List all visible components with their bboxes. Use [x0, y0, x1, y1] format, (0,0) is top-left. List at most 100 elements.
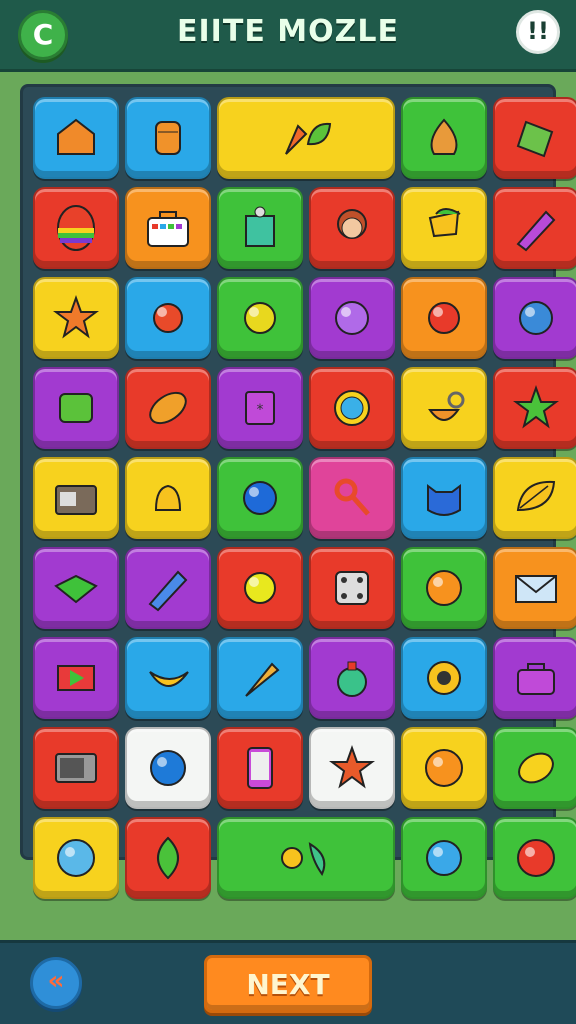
game-tile[interactable]	[401, 727, 487, 809]
game-tile[interactable]	[33, 547, 119, 629]
briefcase-icon	[127, 189, 209, 267]
sun-face-icon	[35, 279, 117, 357]
game-tile[interactable]	[493, 367, 576, 449]
football-icon	[127, 369, 209, 447]
key-icon	[311, 459, 393, 537]
game-tile[interactable]	[125, 547, 211, 629]
puzzle-board: *	[20, 84, 576, 899]
yellow-button-icon	[219, 549, 301, 627]
game-tile[interactable]	[33, 277, 119, 359]
orange-house-icon	[35, 99, 117, 177]
microwave-icon	[35, 729, 117, 807]
game-tile[interactable]	[493, 277, 576, 359]
game-tile[interactable]	[493, 727, 576, 809]
game-tile[interactable]	[217, 187, 303, 269]
game-tile[interactable]	[125, 457, 211, 539]
game-tile[interactable]	[493, 457, 576, 539]
game-tile[interactable]	[309, 457, 395, 539]
lemon-icon	[219, 279, 301, 357]
game-tile[interactable]	[401, 637, 487, 719]
game-tile[interactable]	[401, 457, 487, 539]
game-tile[interactable]	[309, 637, 395, 719]
game-tile[interactable]	[309, 547, 395, 629]
game-tile[interactable]	[33, 367, 119, 449]
next-button[interactable]: NEXT	[204, 955, 372, 1013]
game-tile[interactable]: *	[217, 367, 303, 449]
game-tile[interactable]	[217, 277, 303, 359]
envelope-icon	[495, 549, 576, 627]
green-envelope-icon	[35, 549, 117, 627]
red-ball-icon	[403, 279, 485, 357]
rainbow-egg-icon	[35, 189, 117, 267]
bubble-icon	[311, 279, 393, 357]
info-button[interactable]: !!	[516, 10, 560, 54]
game-tile[interactable]	[493, 187, 576, 269]
game-tile[interactable]	[33, 817, 119, 899]
game-tile[interactable]	[493, 97, 576, 179]
game-tile[interactable]	[125, 187, 211, 269]
snowflake-medal-icon	[311, 369, 393, 447]
blue-ball-icon	[495, 279, 576, 357]
lamp-icon	[403, 189, 485, 267]
orange-jar-icon	[127, 99, 209, 177]
back-button[interactable]: «	[30, 957, 82, 1009]
game-tile[interactable]	[217, 817, 395, 899]
game-tile[interactable]	[309, 277, 395, 359]
game-tile[interactable]	[33, 457, 119, 539]
svg-text:*: *	[257, 402, 264, 418]
game-tile[interactable]	[493, 637, 576, 719]
robot-icon	[219, 189, 301, 267]
bell-icon	[127, 459, 209, 537]
game-tile[interactable]	[217, 97, 395, 179]
game-tile[interactable]	[401, 367, 487, 449]
green-tag-icon	[495, 99, 576, 177]
eye-star-icon	[311, 729, 393, 807]
game-tile[interactable]	[401, 277, 487, 359]
orange-coin-icon	[403, 729, 485, 807]
green-bag-icon	[35, 369, 117, 447]
leaf-pin-icon	[495, 459, 576, 537]
game-tile[interactable]	[217, 547, 303, 629]
star-card-icon: *	[219, 369, 301, 447]
game-tile[interactable]	[217, 727, 303, 809]
flag-icon	[35, 639, 117, 717]
purse-icon	[495, 639, 576, 717]
game-tile[interactable]	[493, 547, 576, 629]
green-star-icon	[495, 369, 576, 447]
glass-orb-icon	[403, 819, 485, 897]
game-tile[interactable]	[309, 187, 395, 269]
game-tile[interactable]	[309, 727, 395, 809]
game-tile[interactable]	[125, 637, 211, 719]
game-tile[interactable]	[309, 367, 395, 449]
game-tile[interactable]	[33, 727, 119, 809]
dice-icon	[311, 549, 393, 627]
purple-crayon-icon	[495, 189, 576, 267]
red-creature-icon	[127, 279, 209, 357]
game-tile[interactable]	[401, 817, 487, 899]
banana-icon	[127, 639, 209, 717]
game-tile[interactable]	[125, 277, 211, 359]
onion-icon	[403, 99, 485, 177]
green-leaf-icon	[127, 819, 209, 897]
top-bar: C EIITE MOZLE !!	[0, 0, 576, 72]
game-tile[interactable]	[125, 367, 211, 449]
orange-fruit-icon	[403, 549, 485, 627]
camera-icon	[35, 459, 117, 537]
game-tile[interactable]	[493, 817, 576, 899]
crayon-icon	[127, 549, 209, 627]
alert-icon: !!	[527, 17, 549, 45]
game-title: EIITE MOZLE	[177, 14, 399, 49]
game-tile[interactable]	[33, 637, 119, 719]
game-tile[interactable]	[33, 97, 119, 179]
game-tile[interactable]	[217, 637, 303, 719]
game-tile[interactable]	[125, 727, 211, 809]
game-tile[interactable]	[125, 817, 211, 899]
game-tile[interactable]	[401, 97, 487, 179]
game-tile[interactable]	[401, 547, 487, 629]
game-tile[interactable]	[33, 187, 119, 269]
potion-icon	[311, 639, 393, 717]
game-tile[interactable]	[217, 457, 303, 539]
game-tile[interactable]	[125, 97, 211, 179]
game-tile[interactable]	[401, 187, 487, 269]
blue-bubble-icon	[127, 729, 209, 807]
